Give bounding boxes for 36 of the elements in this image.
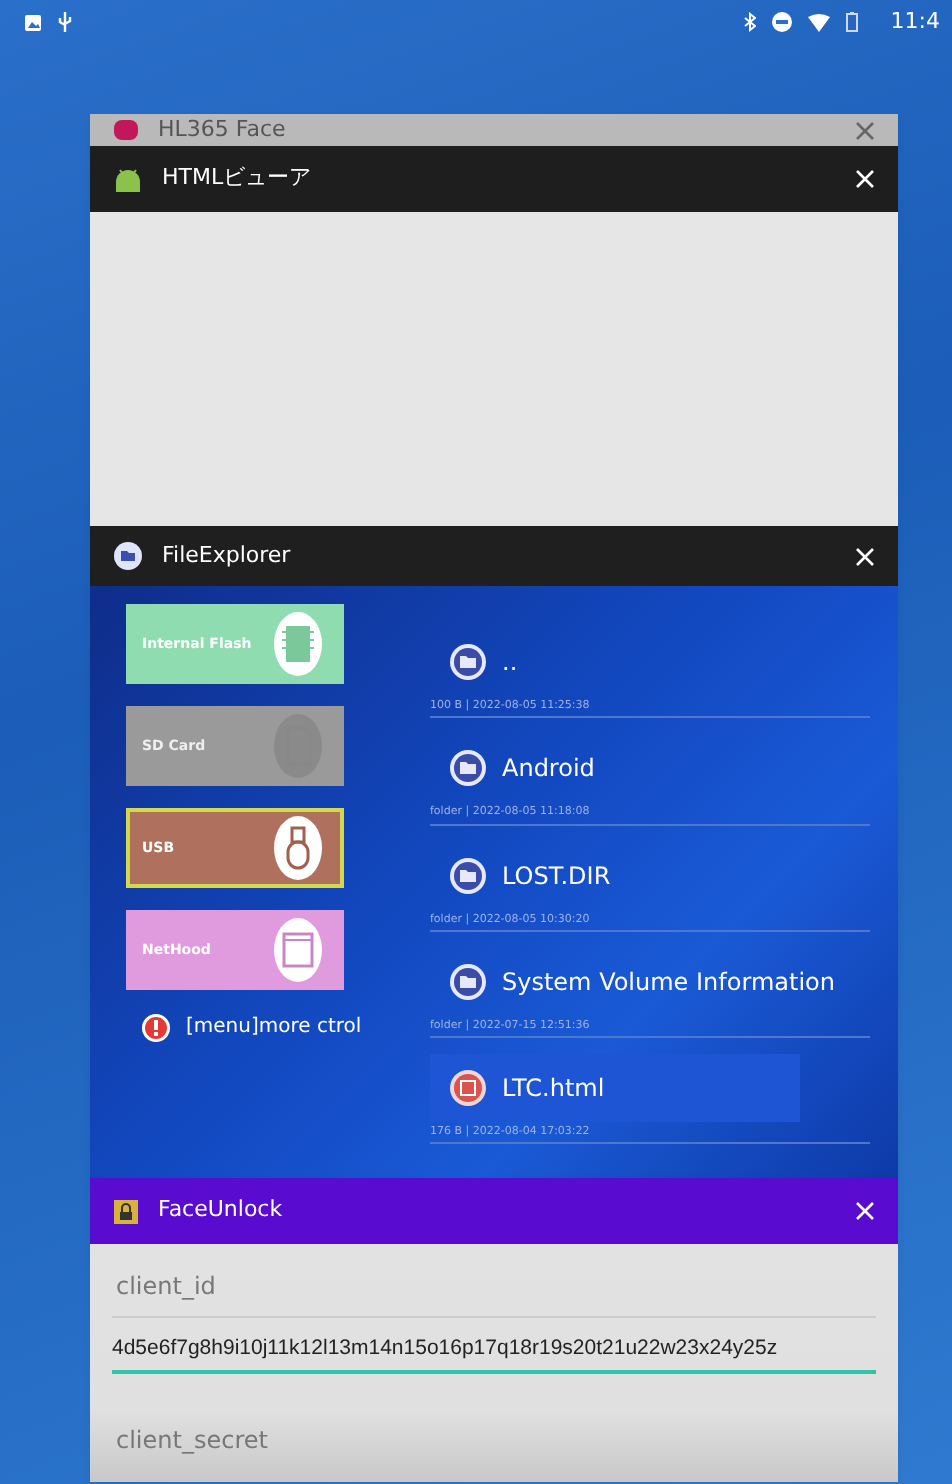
usb-icon bbox=[268, 814, 328, 882]
android-icon bbox=[114, 167, 142, 191]
file-item[interactable]: LTC.html bbox=[430, 1054, 800, 1122]
clock-time: 11:4 bbox=[890, 5, 940, 38]
chip-icon bbox=[268, 610, 328, 678]
file-item[interactable]: Android bbox=[430, 734, 615, 803]
app-title: FaceUnlock bbox=[158, 1194, 283, 1227]
file-icon bbox=[450, 1070, 486, 1106]
app-card[interactable]: FaceUnlock client_id 4d5e6f7g8h9i10j11k12l13m14n15o16p17q18r19s20t21u22w23x24y25z client_secret bbox=[90, 1178, 898, 1482]
field-label: client_secret bbox=[112, 1413, 876, 1472]
folder-icon bbox=[450, 750, 486, 787]
bluetooth-icon bbox=[744, 12, 757, 32]
folder-icon bbox=[450, 857, 486, 893]
app-title: HL365 Face bbox=[158, 114, 286, 146]
lock-icon bbox=[114, 1199, 138, 1223]
battery-icon bbox=[846, 12, 859, 32]
do-not-disturb-icon bbox=[772, 12, 793, 32]
alert-icon bbox=[142, 1013, 170, 1041]
folder-icon bbox=[450, 963, 486, 1000]
file-item[interactable]: LOST.DIR bbox=[430, 841, 631, 909]
file-item[interactable]: .. bbox=[430, 628, 538, 696]
app-title: HTMLビューア bbox=[162, 162, 312, 195]
field-label: client_id bbox=[112, 1260, 876, 1318]
app-icon bbox=[114, 120, 138, 140]
app-card[interactable]: HTMLビューア bbox=[90, 146, 898, 526]
wifi-icon bbox=[808, 13, 831, 31]
input-field[interactable]: 4d5e6f7g8h9i10j11k12l13m14n15o16p17q18r19s20t21u22w23x24y25z bbox=[112, 1318, 876, 1374]
image-icon bbox=[24, 13, 42, 31]
window-icon bbox=[268, 916, 328, 984]
usb-icon bbox=[58, 12, 72, 32]
folder-icon bbox=[114, 542, 142, 570]
app-title: FileExplorer bbox=[162, 539, 291, 572]
folder-icon bbox=[450, 644, 486, 680]
app-card[interactable]: HL365 Face bbox=[90, 114, 898, 146]
hint-text: [menu]more ctrol bbox=[186, 1014, 362, 1042]
file-item[interactable]: System Volume Information bbox=[430, 947, 855, 1016]
